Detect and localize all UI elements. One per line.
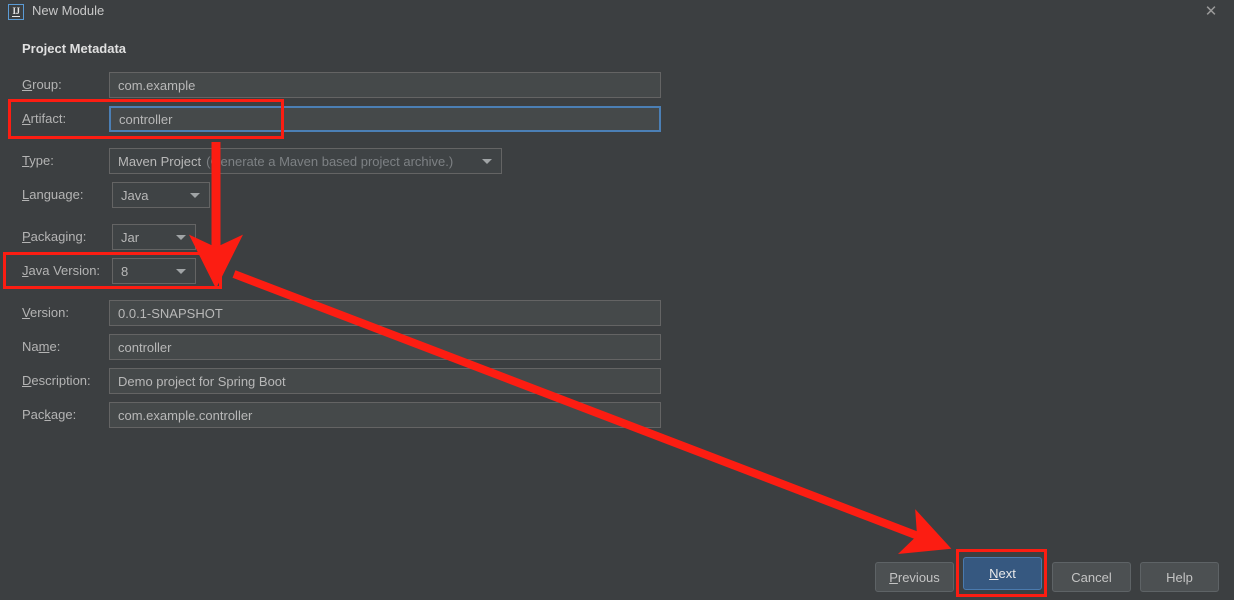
dialog-title: New Module: [32, 3, 105, 18]
version-input-value: 0.0.1-SNAPSHOT: [118, 305, 223, 321]
type-combobox-hint: (Generate a Maven based project archive.…: [206, 153, 454, 169]
intellij-idea-icon: IJ: [8, 4, 24, 20]
help-button[interactable]: Help: [1140, 562, 1219, 592]
chevron-down-icon: [176, 235, 186, 240]
package-input-value: com.example.controller: [118, 407, 253, 423]
language-combobox[interactable]: Java: [112, 182, 210, 208]
description-input[interactable]: Demo project for Spring Boot: [109, 368, 661, 394]
section-title: Project Metadata: [22, 41, 127, 56]
close-icon[interactable]: ✕: [1202, 3, 1220, 21]
packaging-label: Packaging:: [22, 229, 87, 244]
package-input[interactable]: com.example.controller: [109, 402, 661, 428]
type-combobox-value: Maven Project: [118, 153, 202, 169]
chevron-down-icon: [176, 269, 186, 274]
name-input-value: controller: [118, 339, 172, 355]
language-label: Language:: [22, 187, 84, 202]
java-version-combobox[interactable]: 8: [112, 258, 196, 284]
type-label: Type:: [22, 153, 54, 168]
artifact-input[interactable]: controller: [109, 106, 661, 132]
version-input[interactable]: 0.0.1-SNAPSHOT: [109, 300, 661, 326]
chevron-down-icon: [190, 193, 200, 198]
dialog-titlebar: IJ New Module ✕: [0, 0, 1234, 24]
java-version-combobox-value: 8: [121, 263, 129, 279]
group-label: Group:: [22, 77, 62, 92]
chevron-down-icon: [482, 159, 492, 164]
language-combobox-value: Java: [121, 187, 149, 203]
artifact-input-value: controller: [119, 111, 173, 127]
type-combobox[interactable]: Maven Project (Generate a Maven based pr…: [109, 148, 502, 174]
new-module-dialog: IJ New Module ✕ Project Metadata Group: …: [0, 0, 1234, 600]
name-label: Name:: [22, 339, 61, 354]
artifact-label: Artifact:: [22, 111, 67, 126]
package-label: Package:: [22, 407, 77, 422]
description-input-value: Demo project for Spring Boot: [118, 373, 286, 389]
previous-button[interactable]: Previous: [875, 562, 954, 592]
version-label: Version:: [22, 305, 69, 320]
next-button[interactable]: Next: [963, 557, 1042, 590]
group-input-value: com.example: [118, 77, 196, 93]
group-input[interactable]: com.example: [109, 72, 661, 98]
name-input[interactable]: controller: [109, 334, 661, 360]
description-label: Description:: [22, 373, 91, 388]
packaging-combobox[interactable]: Jar: [112, 224, 196, 250]
java-version-label: Java Version:: [22, 263, 101, 278]
packaging-combobox-value: Jar: [121, 229, 140, 245]
cancel-button[interactable]: Cancel: [1052, 562, 1131, 592]
